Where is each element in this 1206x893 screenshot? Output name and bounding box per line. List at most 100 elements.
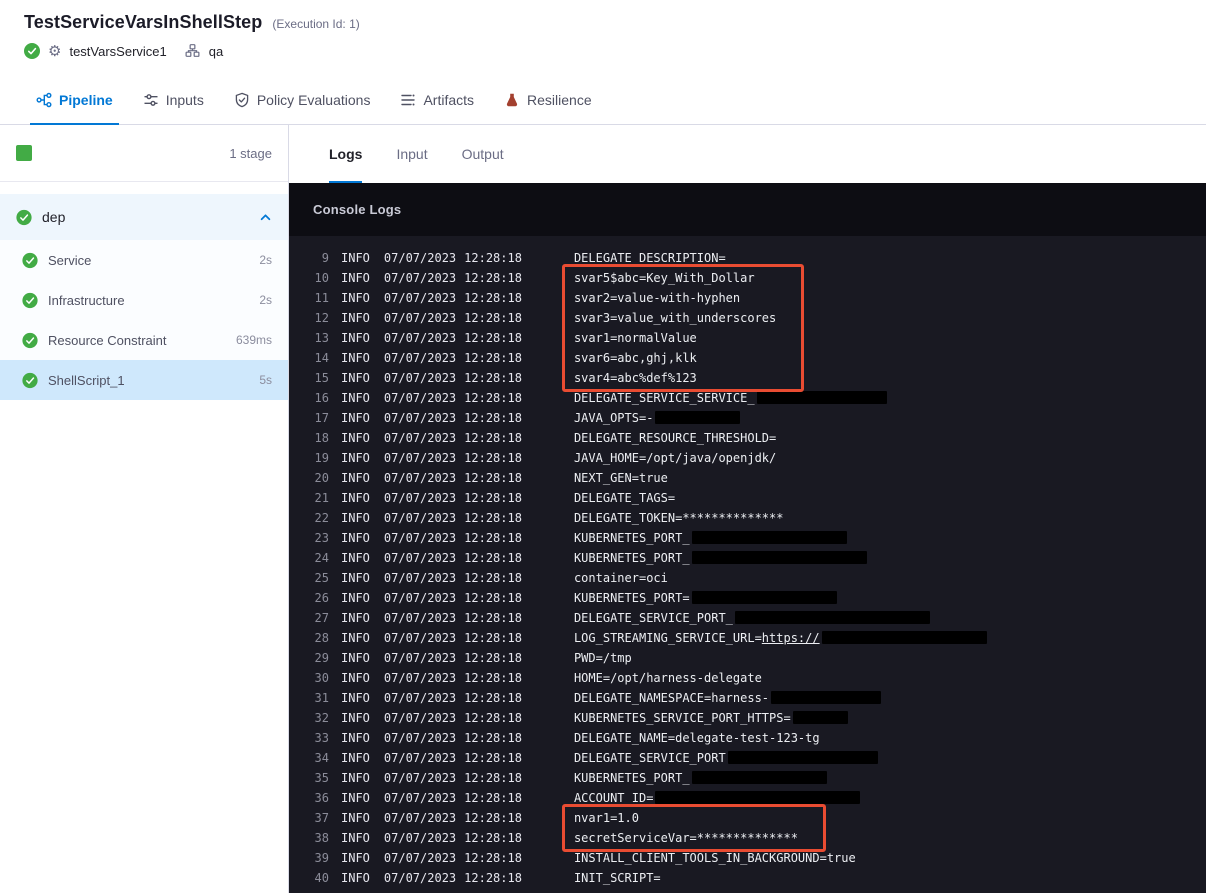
- log-line-number: 35: [314, 771, 329, 785]
- title-row: TestServiceVarsInShellStep (Execution Id…: [24, 12, 1206, 33]
- log-level: INFO: [341, 311, 370, 325]
- tab-artifacts[interactable]: Artifacts: [388, 76, 486, 124]
- log-time: 12:28:18: [464, 851, 522, 865]
- console-tabbar: Logs Input Output: [289, 125, 1206, 183]
- log-message: JAVA_HOME=/opt/java/openjdk/: [573, 451, 777, 465]
- chevron-up-icon[interactable]: [259, 211, 272, 224]
- log-message: container=oci: [573, 571, 668, 585]
- redaction-bar: [792, 711, 848, 724]
- log-line-number: 37: [314, 811, 329, 825]
- log-message: secretServiceVar=**************: [573, 831, 798, 845]
- log-line: 26 INFO 07/07/2023 12:28:18 KUBERNETES_PORT=: [297, 588, 1206, 608]
- log-message: svar4=abc%def%123: [573, 371, 697, 385]
- top-tabbar: Pipeline Inputs Policy Evaluations Artifact…: [0, 76, 1206, 125]
- log-line-number: 13: [314, 331, 329, 345]
- log-message: svar3=value_with_underscores: [573, 311, 777, 325]
- log-date: 07/07/2023: [383, 811, 457, 825]
- stage-status-square: [16, 145, 32, 161]
- log-time: 12:28:18: [464, 691, 522, 705]
- log-message: KUBERNETES_PORT_: [574, 551, 867, 565]
- log-message: HOME=/opt/harness-delegate: [573, 671, 762, 685]
- tab-label: Resilience: [527, 92, 592, 108]
- log-time: 12:28:18: [464, 291, 522, 305]
- log-level: INFO: [341, 331, 370, 345]
- log-line-number: 10: [314, 271, 329, 285]
- log-line: 34 INFO 07/07/2023 12:28:18 DELEGATE_SERVICE…: [297, 748, 1206, 768]
- log-line-number: 32: [314, 711, 329, 725]
- log-date: 07/07/2023: [383, 791, 457, 805]
- tab-pipeline[interactable]: Pipeline: [24, 76, 125, 125]
- log-date: 07/07/2023: [383, 751, 457, 765]
- log-date: 07/07/2023: [383, 431, 457, 445]
- log-date: 07/07/2023: [383, 551, 457, 565]
- tab-policy-evaluations[interactable]: Policy Evaluations: [222, 76, 383, 124]
- log-line: 18 INFO 07/07/2023 12:28:18 DELEGATE_RESOURC…: [297, 428, 1206, 448]
- log-date: 07/07/2023: [383, 511, 457, 525]
- log-line-number: 38: [314, 831, 329, 845]
- log-time: 12:28:18: [464, 271, 522, 285]
- log-level: INFO: [341, 611, 370, 625]
- step-item-shellscript-1[interactable]: ShellScript_1 5s: [0, 360, 288, 400]
- log-date: 07/07/2023: [383, 711, 457, 725]
- log-message: DELEGATE_SERVICE_SERVICE_: [574, 391, 887, 405]
- step-item-infrastructure[interactable]: Infrastructure 2s: [0, 280, 288, 320]
- check-circle-icon: [22, 292, 38, 309]
- log-date: 07/07/2023: [383, 691, 457, 705]
- stage-item-dep[interactable]: dep: [0, 194, 288, 240]
- log-time: 12:28:18: [464, 771, 522, 785]
- log-level: INFO: [341, 291, 370, 305]
- log-message: svar6=abc,ghj,klk: [573, 351, 697, 365]
- log-time: 12:28:18: [464, 451, 522, 465]
- log-line: 29 INFO 07/07/2023 12:28:18 PWD=/tmp: [297, 648, 1206, 668]
- log-level: INFO: [341, 571, 370, 585]
- page-title: TestServiceVarsInShellStep: [24, 12, 263, 32]
- log-line-number: 9: [321, 251, 329, 265]
- log-message: DELEGATE_RESOURCE_THRESHOLD=: [573, 431, 777, 445]
- log-line-number: 15: [314, 371, 329, 385]
- log-time: 12:28:18: [464, 651, 522, 665]
- log-link[interactable]: https://: [762, 631, 820, 645]
- log-line: 36 INFO 07/07/2023 12:28:18 ACCOUNT_ID=: [297, 788, 1206, 808]
- log-time: 12:28:18: [464, 751, 522, 765]
- log-line: 25 INFO 07/07/2023 12:28:18 container=oci: [297, 568, 1206, 588]
- redaction-bar: [655, 791, 861, 804]
- step-name-label: Service: [48, 252, 92, 268]
- log-date: 07/07/2023: [383, 771, 457, 785]
- log-line-number: 26: [314, 591, 329, 605]
- console-tab-input[interactable]: Input: [396, 125, 427, 183]
- log-line-number: 23: [314, 531, 329, 545]
- console-tab-logs[interactable]: Logs: [329, 125, 363, 183]
- log-message: svar2=value-with-hyphen: [573, 291, 741, 305]
- tab-label: Pipeline: [59, 92, 113, 108]
- log-time: 12:28:18: [464, 311, 522, 325]
- log-message: INSTALL_CLIENT_TOOLS_IN_BACKGROUND=true: [573, 851, 856, 865]
- log-line: 17 INFO 07/07/2023 12:28:18 JAVA_OPTS=-: [297, 408, 1206, 428]
- step-item-service[interactable]: Service 2s: [0, 240, 288, 280]
- log-date: 07/07/2023: [383, 731, 457, 745]
- log-level: INFO: [341, 431, 370, 445]
- tab-label: Policy Evaluations: [256, 92, 371, 108]
- log-line-number: 14: [314, 351, 329, 365]
- log-level: INFO: [341, 691, 370, 705]
- step-item-resource-constraint[interactable]: Resource Constraint 639ms: [0, 320, 288, 360]
- log-line: 22 INFO 07/07/2023 12:28:18 DELEGATE_TOKEN=*…: [297, 508, 1206, 528]
- artifacts-icon: [400, 92, 416, 108]
- log-time: 12:28:18: [464, 631, 522, 645]
- tab-inputs[interactable]: Inputs: [131, 76, 216, 124]
- log-line: 33 INFO 07/07/2023 12:28:18 DELEGATE_NAME=de…: [297, 728, 1206, 748]
- log-level: INFO: [341, 771, 370, 785]
- log-message: ACCOUNT_ID=: [574, 791, 861, 805]
- console-tab-output[interactable]: Output: [462, 125, 504, 183]
- log-line: 23 INFO 07/07/2023 12:28:18 KUBERNETES_PORT_: [297, 528, 1206, 548]
- stage-summary-row: 1 stage: [0, 125, 288, 182]
- log-time: 12:28:18: [464, 511, 522, 525]
- log-line: 35 INFO 07/07/2023 12:28:18 KUBERNETES_PORT_: [297, 768, 1206, 788]
- content-row: 1 stage dep Service 2s Infrastructure 2s Res…: [0, 125, 1206, 893]
- check-circle-icon: [22, 332, 38, 349]
- log-message: svar5$abc=Key_With_Dollar: [573, 271, 755, 285]
- log-message: svar1=normalValue: [573, 331, 697, 345]
- redaction-bar: [691, 531, 847, 544]
- tab-label: Artifacts: [423, 92, 475, 108]
- pipeline-icon: [36, 92, 52, 108]
- tab-resilience[interactable]: Resilience: [492, 76, 604, 124]
